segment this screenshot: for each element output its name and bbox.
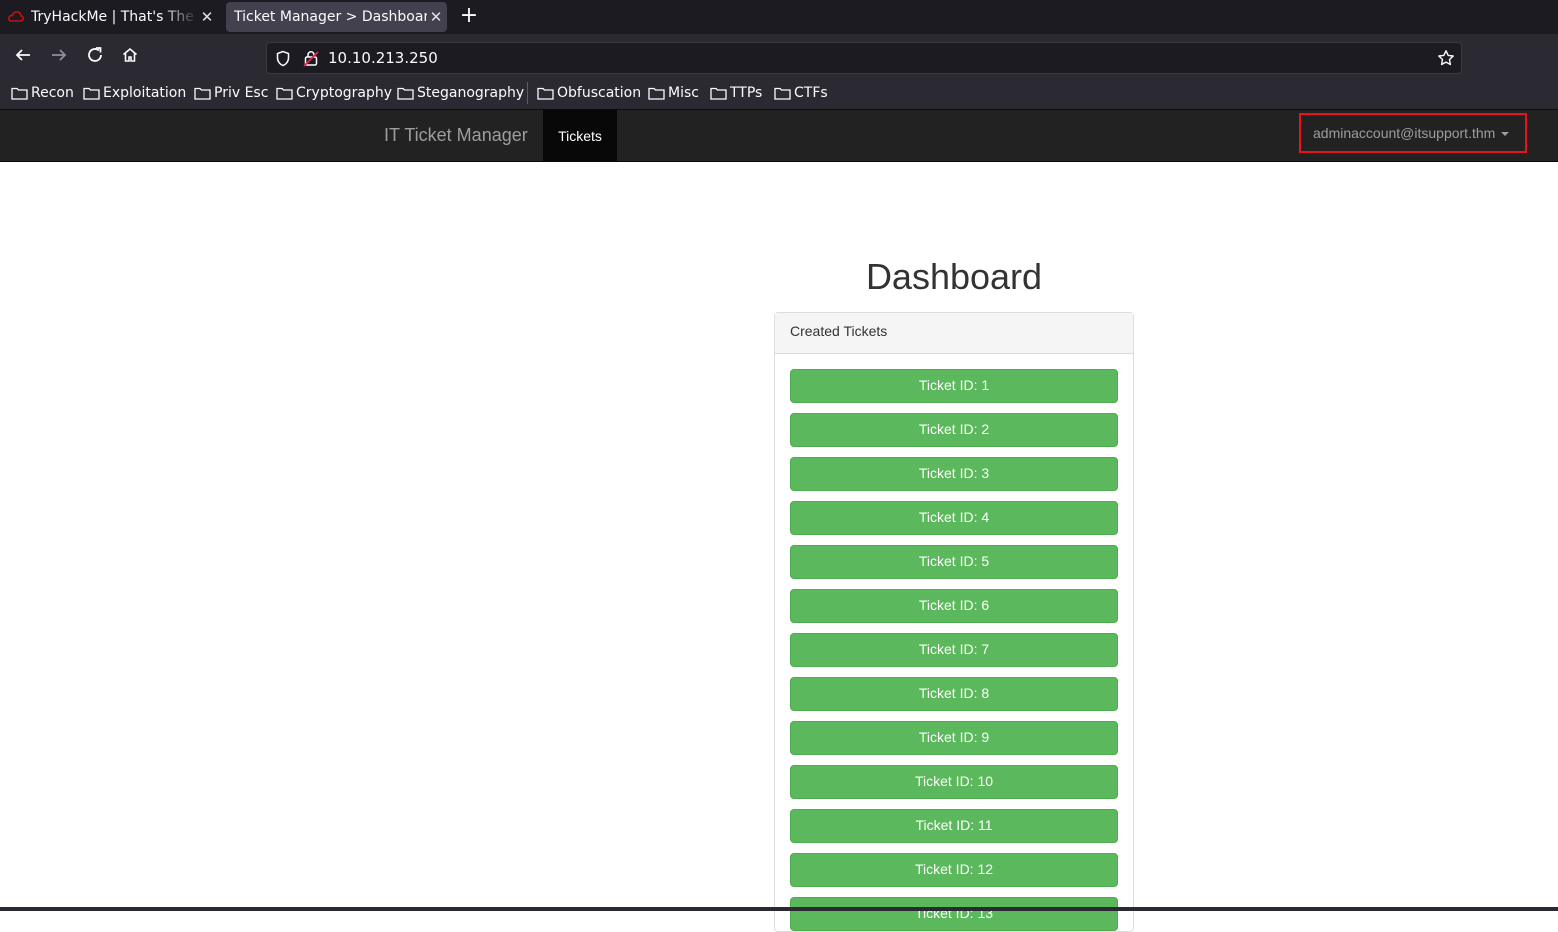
ticket-button-2[interactable]: Ticket ID: 2 (790, 413, 1118, 447)
ticket-button-10[interactable]: Ticket ID: 10 (790, 765, 1118, 799)
url-text[interactable]: 10.10.213.250 (328, 50, 438, 67)
ticket-button-9[interactable]: Ticket ID: 9 (790, 721, 1118, 755)
bookmark-label: Priv Esc (214, 85, 269, 101)
shield-icon[interactable] (275, 50, 291, 71)
reload-icon[interactable] (83, 43, 107, 67)
ticket-button-1[interactable]: Ticket ID: 1 (790, 369, 1118, 403)
tab-title: TryHackMe | That's The Ticket (31, 9, 198, 25)
bookmark-label: Misc (668, 85, 699, 101)
bookmark-label: TTPs (730, 85, 763, 101)
folder-icon (194, 87, 211, 100)
browser-tab-tryhackme[interactable]: TryHackMe | That's The Ticket ✕ (0, 0, 218, 34)
bookmark-folder-misc[interactable]: Misc (648, 84, 699, 102)
ticket-button-11[interactable]: Ticket ID: 11 (790, 809, 1118, 843)
panel-heading: Created Tickets (775, 313, 1133, 354)
ticket-list: Ticket ID: 1 Ticket ID: 2 Ticket ID: 3 T… (775, 354, 1133, 931)
user-email: adminaccount@itsupport.thm (1313, 125, 1496, 141)
brand-link[interactable]: IT Ticket Manager (384, 125, 528, 146)
bookmark-label: Recon (31, 85, 74, 101)
folder-icon (11, 87, 28, 100)
ticket-button-5[interactable]: Ticket ID: 5 (790, 545, 1118, 579)
folder-icon (83, 87, 100, 100)
insecure-lock-icon[interactable] (303, 50, 319, 71)
bookmark-folder-recon[interactable]: Recon (11, 84, 74, 102)
bookmark-label: Steganography (417, 85, 525, 101)
browser-tab-dashboard[interactable]: Ticket Manager > Dashboard ✕ (226, 2, 447, 32)
bookmark-folder-exploitation[interactable]: Exploitation (83, 84, 186, 102)
address-bar[interactable]: 10.10.213.250 (266, 42, 1462, 74)
created-tickets-panel: Created Tickets Ticket ID: 1 Ticket ID: … (774, 312, 1134, 932)
window-bottom-edge (0, 907, 1558, 911)
ticket-button-3[interactable]: Ticket ID: 3 (790, 457, 1118, 491)
folder-icon (710, 87, 727, 100)
bookmark-star-icon[interactable] (1437, 49, 1455, 71)
bookmark-separator (527, 82, 528, 104)
bookmark-label: CTFs (794, 85, 828, 101)
browser-tab-strip: TryHackMe | That's The Ticket ✕ Ticket M… (0, 0, 1558, 34)
folder-icon (397, 87, 414, 100)
site-navbar: IT Ticket Manager Tickets adminaccount@i… (0, 110, 1558, 162)
bookmark-label: Exploitation (103, 85, 187, 101)
bookmark-label: Cryptography (296, 85, 393, 101)
ticket-button-6[interactable]: Ticket ID: 6 (790, 589, 1118, 623)
bookmark-folder-obfuscation[interactable]: Obfuscation (537, 84, 641, 102)
bookmark-folder-cryptography[interactable]: Cryptography (276, 84, 392, 102)
bookmark-folder-priv-esc[interactable]: Priv Esc (194, 84, 268, 102)
user-account-dropdown[interactable]: adminaccount@itsupport.thm (1299, 113, 1527, 153)
folder-icon (774, 87, 791, 100)
ticket-button-8[interactable]: Ticket ID: 8 (790, 677, 1118, 711)
caret-down-icon (1501, 132, 1510, 136)
back-arrow-icon[interactable] (11, 43, 35, 67)
close-tab-icon[interactable]: ✕ (198, 8, 216, 26)
page-title: Dashboard (865, 256, 1043, 297)
tab-title: Ticket Manager > Dashboard (234, 9, 427, 25)
folder-icon (276, 87, 293, 100)
folder-icon (537, 87, 554, 100)
home-icon[interactable] (118, 43, 142, 67)
tryhackme-cloud-icon (8, 9, 24, 25)
bookmark-folder-ctfs[interactable]: CTFs (774, 84, 828, 102)
close-tab-icon[interactable]: ✕ (427, 8, 445, 26)
ticket-button-4[interactable]: Ticket ID: 4 (790, 501, 1118, 535)
ticket-button-7[interactable]: Ticket ID: 7 (790, 633, 1118, 667)
folder-icon (648, 87, 665, 100)
bookmark-label: Obfuscation (557, 85, 642, 101)
forward-arrow-icon[interactable] (47, 43, 71, 67)
new-tab-plus-icon[interactable]: + (458, 5, 480, 27)
bookmark-folder-steganography[interactable]: Steganography (397, 84, 524, 102)
bookmarks-toolbar: Recon Exploitation Priv Esc Cryptography… (0, 76, 1558, 110)
ticket-button-13[interactable]: Ticket ID: 13 (790, 897, 1118, 931)
ticket-button-12[interactable]: Ticket ID: 12 (790, 853, 1118, 887)
nav-tickets-link[interactable]: Tickets (543, 110, 617, 161)
bookmark-folder-ttps[interactable]: TTPs (710, 84, 762, 102)
